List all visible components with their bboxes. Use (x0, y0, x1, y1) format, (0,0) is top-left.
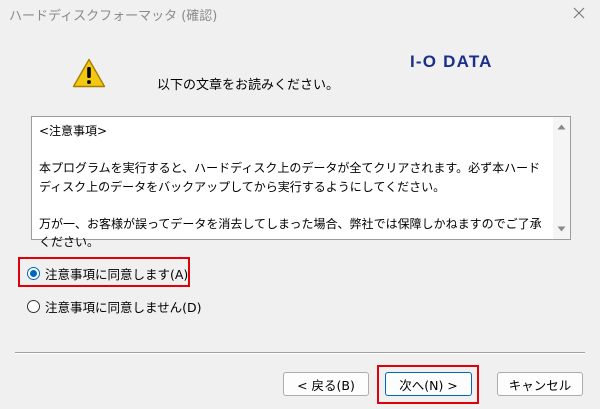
close-button[interactable] (558, 0, 600, 26)
warning-icon (72, 58, 106, 88)
radio-button-agree[interactable] (27, 267, 40, 280)
cancel-button[interactable]: キャンセル (497, 372, 583, 396)
back-button[interactable]: < 戻る(B) (283, 372, 369, 396)
scrollbar[interactable] (553, 117, 570, 239)
triangle-down-icon (557, 226, 566, 232)
radio-agree[interactable]: 注意事項に同意します(A) (27, 264, 188, 283)
notice-textbox[interactable]: <注意事項> 本プログラムを実行すると、ハードディスク上のデータが全てクリアされ… (31, 116, 571, 249)
io-data-logo: I-O DATA (410, 53, 493, 69)
radio-disagree-label: 注意事項に同意しません(D) (45, 300, 202, 315)
title-bar: ハードディスクフォーマッタ (確認) (0, 0, 600, 28)
triangle-up-icon (557, 124, 566, 130)
radio-button-disagree[interactable] (27, 300, 40, 313)
notice-text: <注意事項> 本プログラムを実行すると、ハードディスク上のデータが全てクリアされ… (39, 124, 542, 249)
logo-text: I-O DATA (410, 53, 493, 69)
separator (15, 352, 585, 354)
close-icon (573, 7, 585, 19)
scroll-up-button[interactable] (553, 119, 570, 135)
scroll-down-button[interactable] (553, 221, 570, 237)
window-title: ハードディスクフォーマッタ (確認) (9, 9, 218, 24)
instruction-text: 以下の文章をお読みください。 (157, 78, 340, 93)
radio-disagree[interactable]: 注意事項に同意しません(D) (27, 297, 202, 316)
next-button[interactable]: 次へ(N) > (385, 372, 472, 396)
radio-agree-label: 注意事項に同意します(A) (45, 267, 189, 282)
